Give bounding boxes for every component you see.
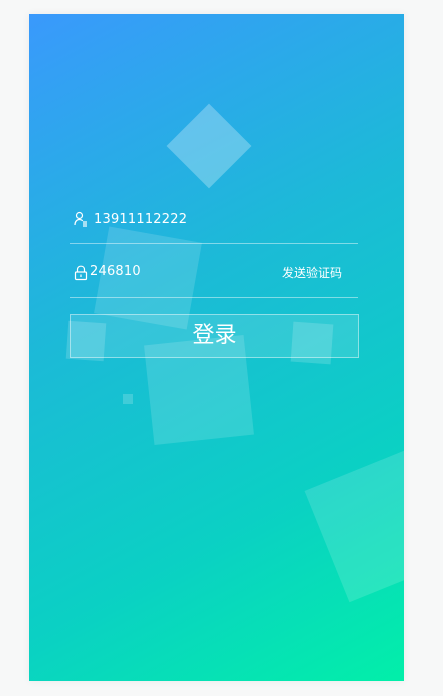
decorative-square [304, 449, 404, 603]
lock-icon [74, 265, 88, 281]
phone-input[interactable]: 13911112222 [94, 212, 187, 227]
login-screen: 13911112222 246810 发送验证码 登录 [29, 14, 404, 681]
decorative-square [123, 394, 133, 404]
phone-field[interactable]: 13911112222 [70, 203, 358, 244]
decorative-diamond [166, 103, 252, 189]
code-input[interactable]: 246810 [90, 264, 141, 279]
code-field[interactable]: 246810 发送验证码 [70, 257, 358, 298]
send-code-button[interactable]: 发送验证码 [282, 264, 342, 281]
user-icon [74, 211, 87, 227]
login-button[interactable]: 登录 [70, 314, 359, 358]
